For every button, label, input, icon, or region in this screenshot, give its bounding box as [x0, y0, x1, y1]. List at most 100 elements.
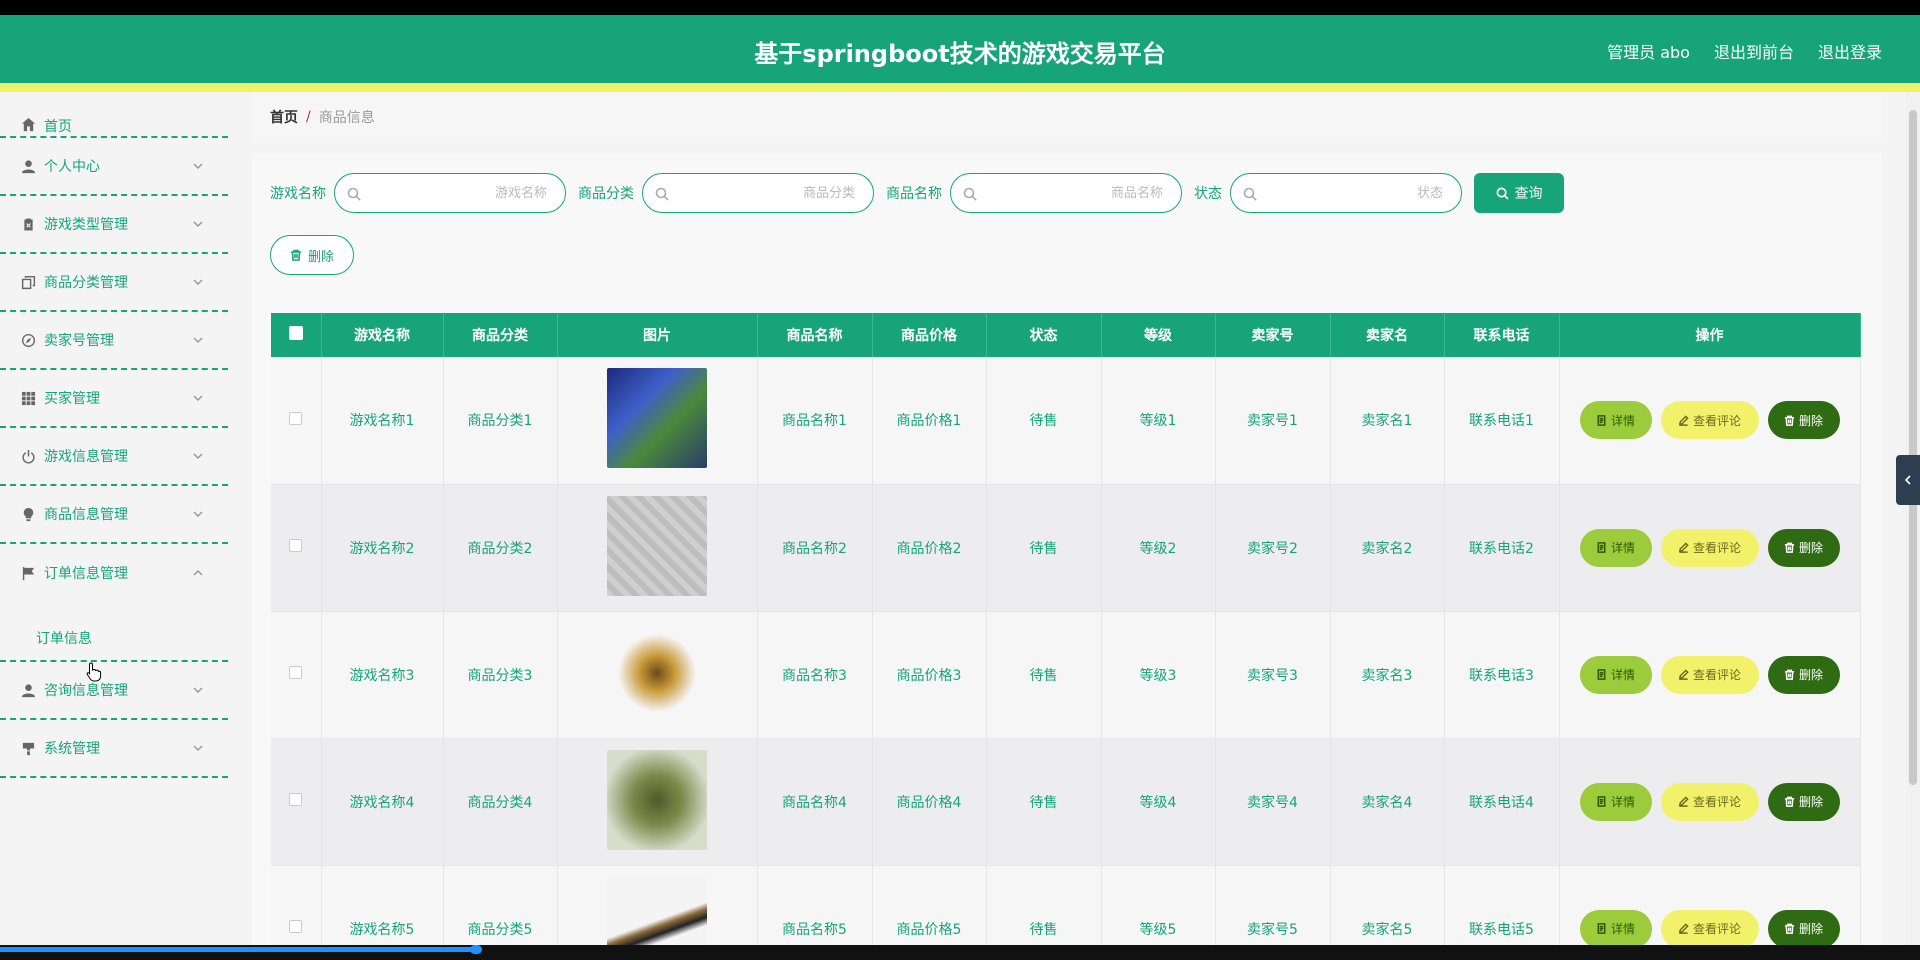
cell-image — [557, 484, 758, 612]
detail-button[interactable]: 详情 — [1579, 782, 1652, 821]
chevron-down-icon — [192, 334, 204, 346]
delete-row-label: 删除 — [1798, 922, 1823, 936]
delete-row-button[interactable]: 删除 — [1767, 655, 1840, 694]
cell-level: 等级3 — [1101, 611, 1216, 739]
detail-button-label: 详情 — [1610, 541, 1635, 555]
document-icon — [1597, 796, 1606, 807]
detail-button[interactable]: 详情 — [1579, 401, 1652, 440]
row-checkbox[interactable] — [289, 920, 303, 933]
cell-actions: 详情 查看评论 删除 — [1559, 484, 1861, 612]
row-checkbox[interactable] — [289, 666, 303, 679]
detail-button[interactable]: 详情 — [1579, 909, 1652, 945]
sidebar-item-game-info[interactable]: 游戏信息管理 — [0, 428, 228, 486]
sidebar-item-home[interactable]: 首页 — [0, 92, 228, 138]
breadcrumb-home[interactable]: 首页 — [270, 107, 298, 127]
query-button[interactable]: 查询 — [1474, 173, 1564, 213]
flag-icon — [20, 565, 36, 581]
sidebar-item-system[interactable]: 系统管理 — [0, 720, 228, 778]
status-input[interactable] — [1261, 182, 1443, 204]
sidebar-item-personal-center[interactable]: 个人中心 — [0, 138, 228, 196]
batch-delete-button[interactable]: 删除 — [270, 235, 354, 275]
column-header: 卖家号 — [1215, 313, 1331, 357]
cell-game-name: 游戏名称5 — [321, 865, 444, 945]
user-icon — [20, 682, 36, 698]
chevron-down-icon — [192, 508, 204, 520]
product-category-label: 商品分类 — [578, 186, 634, 202]
delete-row-button[interactable]: 删除 — [1767, 782, 1840, 821]
cell-product-name: 商品名称1 — [757, 357, 873, 485]
header-stripe — [0, 83, 1920, 92]
sidebar-item-label: 系统管理 — [44, 741, 100, 757]
cell-actions: 详情 查看评论 删除 — [1559, 357, 1861, 485]
back-to-front-link[interactable]: 退出到前台 — [1714, 39, 1794, 63]
delete-row-button[interactable]: 删除 — [1767, 528, 1840, 567]
chevron-down-icon — [192, 392, 204, 404]
sidebar-item-label: 订单信息管理 — [44, 566, 128, 582]
view-comments-button[interactable]: 查看评论 — [1660, 909, 1759, 945]
cell-image — [557, 357, 758, 485]
select-all-checkbox[interactable] — [288, 326, 303, 340]
cell-actions: 详情 查看评论 删除 — [1559, 611, 1861, 739]
header-links: 管理员 abo 退出到前台 退出登录 — [1607, 39, 1882, 63]
game-name-input[interactable] — [365, 182, 547, 204]
vertical-scrollbar[interactable] — [1906, 92, 1920, 945]
cell-seller-id: 卖家号4 — [1215, 738, 1331, 866]
edit-icon — [1678, 669, 1689, 680]
delete-row-button[interactable]: 删除 — [1767, 401, 1840, 440]
hand-cursor-icon — [86, 662, 102, 682]
trash-icon — [290, 249, 301, 261]
collapse-panel-toggle[interactable] — [1896, 455, 1920, 505]
sidebar-item-game-type[interactable]: 游戏类型管理 — [0, 196, 228, 254]
row-select-cell — [271, 738, 322, 866]
cell-status: 待售 — [986, 865, 1102, 945]
search-bar: 游戏名称 商品分类 商品名称 状态 查询 — [270, 173, 1564, 213]
delete-row-label: 删除 — [1798, 413, 1823, 428]
app-screen: 基于springboot技术的游戏交易平台 管理员 abo 退出到前台 退出登录… — [0, 15, 1920, 945]
cell-status: 待售 — [986, 484, 1102, 612]
sidebar-item-product-category[interactable]: 商品分类管理 — [0, 254, 228, 312]
progress-knob[interactable] — [470, 945, 482, 954]
row-checkbox[interactable] — [289, 411, 303, 425]
game-name-search — [334, 173, 566, 213]
cell-seller-id: 卖家号5 — [1215, 865, 1331, 945]
view-comments-button[interactable]: 查看评论 — [1660, 528, 1759, 567]
scroll-thumb[interactable] — [1909, 110, 1917, 785]
detail-button[interactable]: 详情 — [1579, 655, 1652, 694]
submenu-item-order-info[interactable]: 订单信息 — [36, 628, 228, 648]
chevron-up-icon — [192, 567, 204, 579]
row-checkbox[interactable] — [289, 793, 303, 806]
breadcrumb-separator: / — [306, 109, 311, 125]
delete-row-button[interactable]: 删除 — [1767, 909, 1840, 945]
chevron-left-icon — [1904, 475, 1911, 485]
sidebar-item-label: 商品分类管理 — [44, 275, 128, 291]
progress-fill — [0, 947, 476, 952]
detail-button[interactable]: 详情 — [1579, 528, 1652, 567]
view-comments-button[interactable]: 查看评论 — [1660, 782, 1759, 821]
document-icon — [1597, 923, 1606, 934]
sidebar-item-product-info[interactable]: 商品信息管理 — [0, 486, 228, 544]
view-comments-button[interactable]: 查看评论 — [1660, 655, 1759, 694]
product-category-input[interactable] — [673, 182, 855, 204]
document-icon — [1597, 414, 1606, 426]
column-header: 商品价格 — [872, 313, 987, 357]
product-name-input[interactable] — [981, 182, 1163, 204]
sidebar-item-order-info[interactable]: 订单信息管理 — [0, 544, 228, 602]
admin-user-link[interactable]: 管理员 abo — [1607, 39, 1690, 63]
game-name-label: 游戏名称 — [270, 186, 326, 202]
product-image — [607, 749, 707, 850]
edit-icon — [1678, 796, 1689, 807]
column-header: 游戏名称 — [321, 313, 444, 357]
cell-seller-id: 卖家号1 — [1215, 357, 1331, 485]
row-checkbox[interactable] — [289, 539, 303, 552]
sidebar-item-label: 游戏类型管理 — [44, 217, 128, 233]
view-comments-button[interactable]: 查看评论 — [1660, 401, 1759, 440]
cell-phone: 联系电话5 — [1444, 865, 1560, 945]
sidebar-item-seller-account[interactable]: 卖家号管理 — [0, 312, 228, 370]
cell-product-price: 商品价格4 — [872, 738, 987, 866]
logout-link[interactable]: 退出登录 — [1818, 39, 1882, 63]
cell-product-category: 商品分类1 — [443, 357, 558, 485]
sidebar-item-buyer[interactable]: 买家管理 — [0, 370, 228, 428]
search-icon — [347, 186, 361, 201]
table-header-row: 游戏名称 商品分类 图片 商品名称 商品价格 状态 等级 卖家号 卖家名 联系电… — [271, 313, 1861, 357]
sidebar-item-consultation[interactable]: 咨询信息管理 — [0, 662, 228, 720]
